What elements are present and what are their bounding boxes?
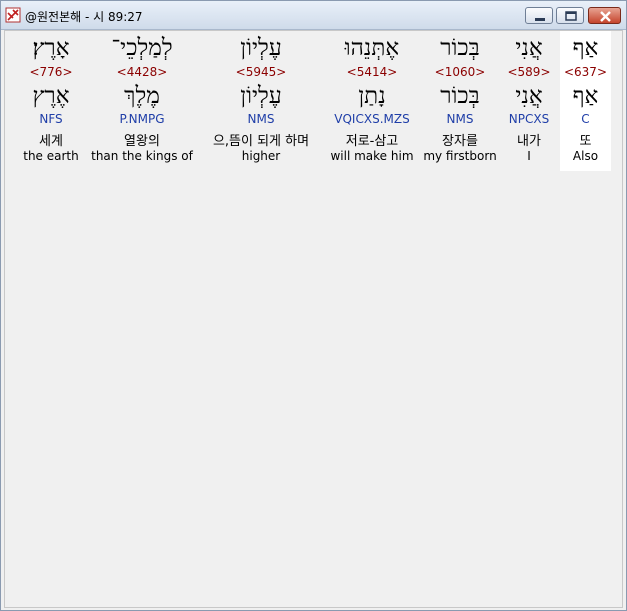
maximize-button[interactable]: [556, 7, 584, 24]
strong-number[interactable]: <776>: [17, 65, 85, 79]
hebrew-word: לְמַלְכֵי־: [111, 35, 173, 61]
minimize-icon: [535, 18, 545, 21]
morphology-code: NMS: [446, 112, 474, 126]
english-gloss: will make him: [330, 149, 414, 163]
hebrew-lemma: אַף: [572, 83, 599, 109]
strong-number[interactable]: <637>: [560, 65, 611, 79]
hebrew-word: אַף: [572, 35, 599, 61]
hebrew-word: בְּכוֹר: [440, 35, 480, 61]
morphology-code: VQICXS.MZS: [334, 112, 410, 126]
word-column[interactable]: עֶלְיוֹן <5945> עֶלְיוֹן NMS 으,뜸이 되게 하며 …: [199, 31, 323, 171]
english-gloss: Also: [572, 149, 599, 163]
korean-gloss: 또: [579, 134, 592, 149]
morphology-code: C: [581, 112, 590, 126]
hebrew-lemma: בְּכוֹר: [440, 83, 480, 109]
strong-number[interactable]: <1060>: [421, 65, 499, 79]
english-gloss: the earth: [23, 149, 79, 163]
close-button[interactable]: [588, 7, 621, 24]
interlinear-panel[interactable]: אַף <637> אַף C 또 Also אֲנִי <589> אֲנִי…: [4, 30, 623, 608]
hebrew-word: אֶתְּנֵהוּ: [344, 35, 400, 61]
morphology-code: NPCXS: [508, 112, 550, 126]
korean-gloss: 저로-삼고: [345, 134, 399, 149]
morphology-code: NMS: [247, 112, 275, 126]
strong-number[interactable]: <4428>: [88, 65, 196, 79]
hebrew-lemma: אֲנִי: [515, 83, 543, 109]
hebrew-word: אָרֶץ׃: [32, 35, 70, 61]
hebrew-lemma: נָתַן: [358, 83, 386, 109]
close-icon: [600, 11, 611, 22]
strong-number[interactable]: <5414>: [325, 65, 419, 79]
korean-gloss: 내가: [517, 134, 541, 149]
app-window: @원전본해 - 시 89:27 אַף <637> אַף C 또 Also א…: [0, 0, 627, 611]
hebrew-lemma: מֶלֶךְ: [124, 83, 160, 109]
word-column[interactable]: אָרֶץ׃ <776> אֶרֶץ NFS 세계 the earth: [17, 31, 85, 171]
english-gloss: I: [527, 149, 531, 163]
korean-gloss: 열왕의: [124, 134, 160, 149]
hebrew-lemma: עֶלְיוֹן: [240, 83, 282, 109]
hebrew-word: עֶלְיוֹן: [240, 35, 282, 61]
hebrew-lemma: אֶרֶץ: [32, 83, 70, 109]
window-title: @원전본해 - 시 89:27: [25, 10, 143, 24]
minimize-button[interactable]: [525, 7, 553, 24]
word-column[interactable]: אַף <637> אַף C 또 Also: [560, 31, 611, 171]
english-gloss: my firstborn: [423, 149, 497, 163]
maximize-icon: [565, 11, 577, 21]
morphology-code: NFS: [39, 112, 63, 126]
word-column[interactable]: לְמַלְכֵי־ <4428> מֶלֶךְ P.NMPG 열왕의 than…: [88, 31, 196, 171]
english-gloss: than the kings of: [91, 149, 193, 163]
strong-number[interactable]: <589>: [501, 65, 557, 79]
morphology-code: P.NMPG: [119, 112, 165, 126]
word-column[interactable]: אֶתְּנֵהוּ <5414> נָתַן VQICXS.MZS 저로-삼고…: [325, 31, 419, 171]
korean-gloss: 으,뜸이 되게 하며: [212, 134, 310, 149]
korean-gloss: 장자를: [442, 134, 478, 149]
hebrew-word: אֲנִי: [515, 35, 543, 61]
title-bar[interactable]: @원전본해 - 시 89:27: [1, 1, 626, 30]
word-column[interactable]: אֲנִי <589> אֲנִי NPCXS 내가 I: [501, 31, 557, 171]
word-column[interactable]: בְּכוֹר <1060> בְּכוֹר NMS 장자를 my firstb…: [421, 31, 499, 171]
strong-number[interactable]: <5945>: [199, 65, 323, 79]
korean-gloss: 세계: [39, 134, 63, 149]
app-logo-icon: [5, 7, 21, 23]
english-gloss: higher: [241, 149, 281, 163]
